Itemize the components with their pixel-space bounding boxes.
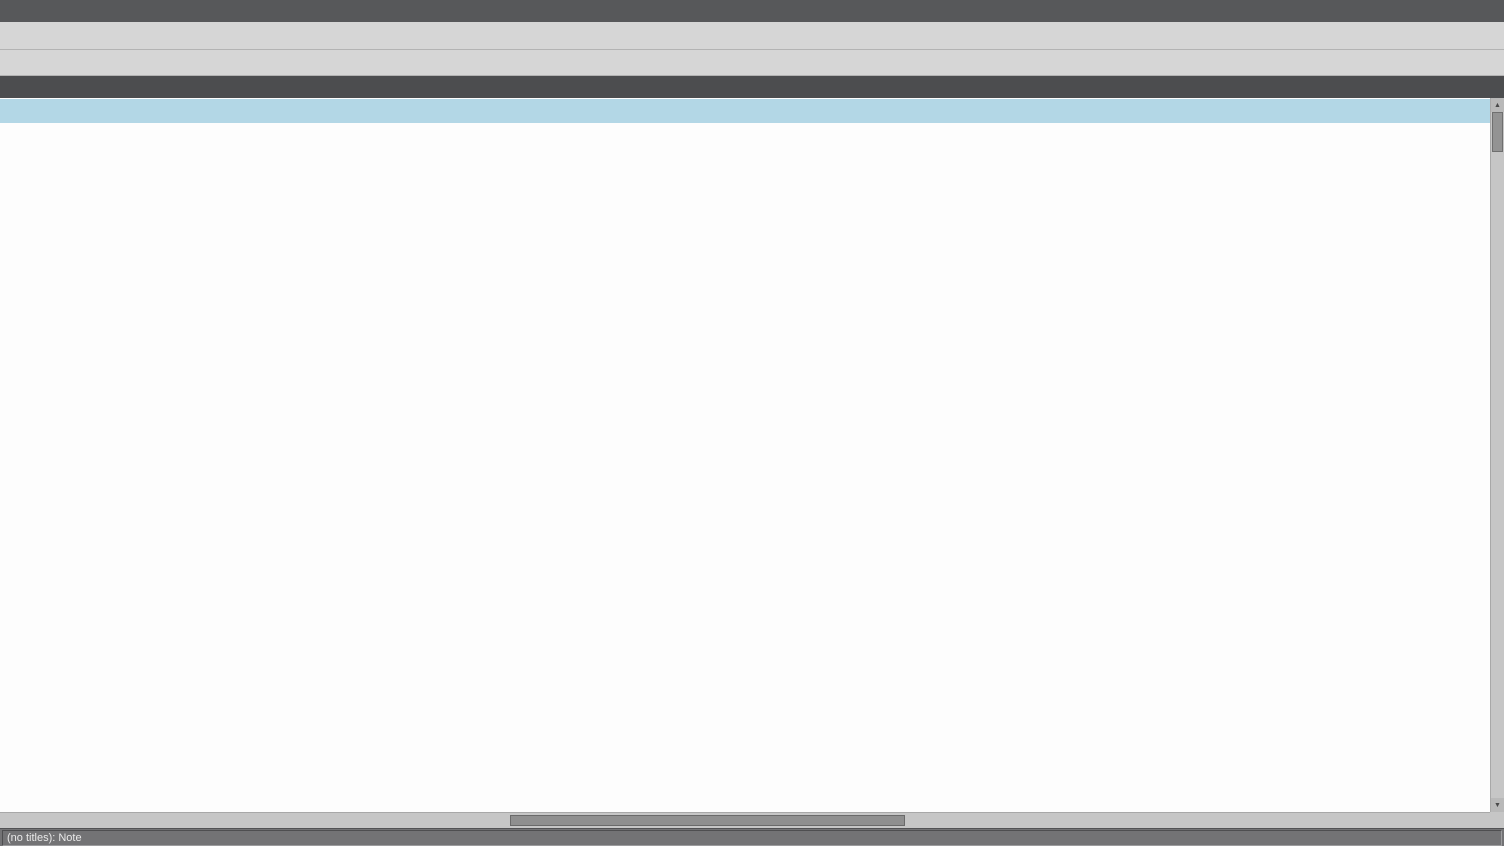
scrollbar-corner: [1490, 812, 1504, 828]
score-canvas[interactable]: [0, 98, 1490, 812]
menu-bar: [0, 0, 1504, 22]
status-message: (no titles): Note: [2, 830, 1502, 846]
rhythm-toolbar: [0, 50, 1504, 76]
vertical-scroll-thumb[interactable]: [1492, 112, 1503, 152]
status-bar: (no titles): Note: [0, 828, 1504, 846]
application-window: ▲ ▼ (no titles): Note: [0, 0, 1504, 846]
horizontal-scrollbar[interactable]: [0, 812, 1490, 828]
category-bar: [0, 76, 1504, 98]
vertical-scrollbar[interactable]: ▲ ▼: [1490, 98, 1504, 812]
scroll-up-arrow-icon[interactable]: ▲: [1491, 98, 1504, 112]
score-header-band: [0, 99, 1490, 123]
main-toolbar: [0, 22, 1504, 50]
horizontal-scroll-thumb[interactable]: [510, 815, 905, 826]
scroll-down-arrow-icon[interactable]: ▼: [1491, 798, 1504, 812]
